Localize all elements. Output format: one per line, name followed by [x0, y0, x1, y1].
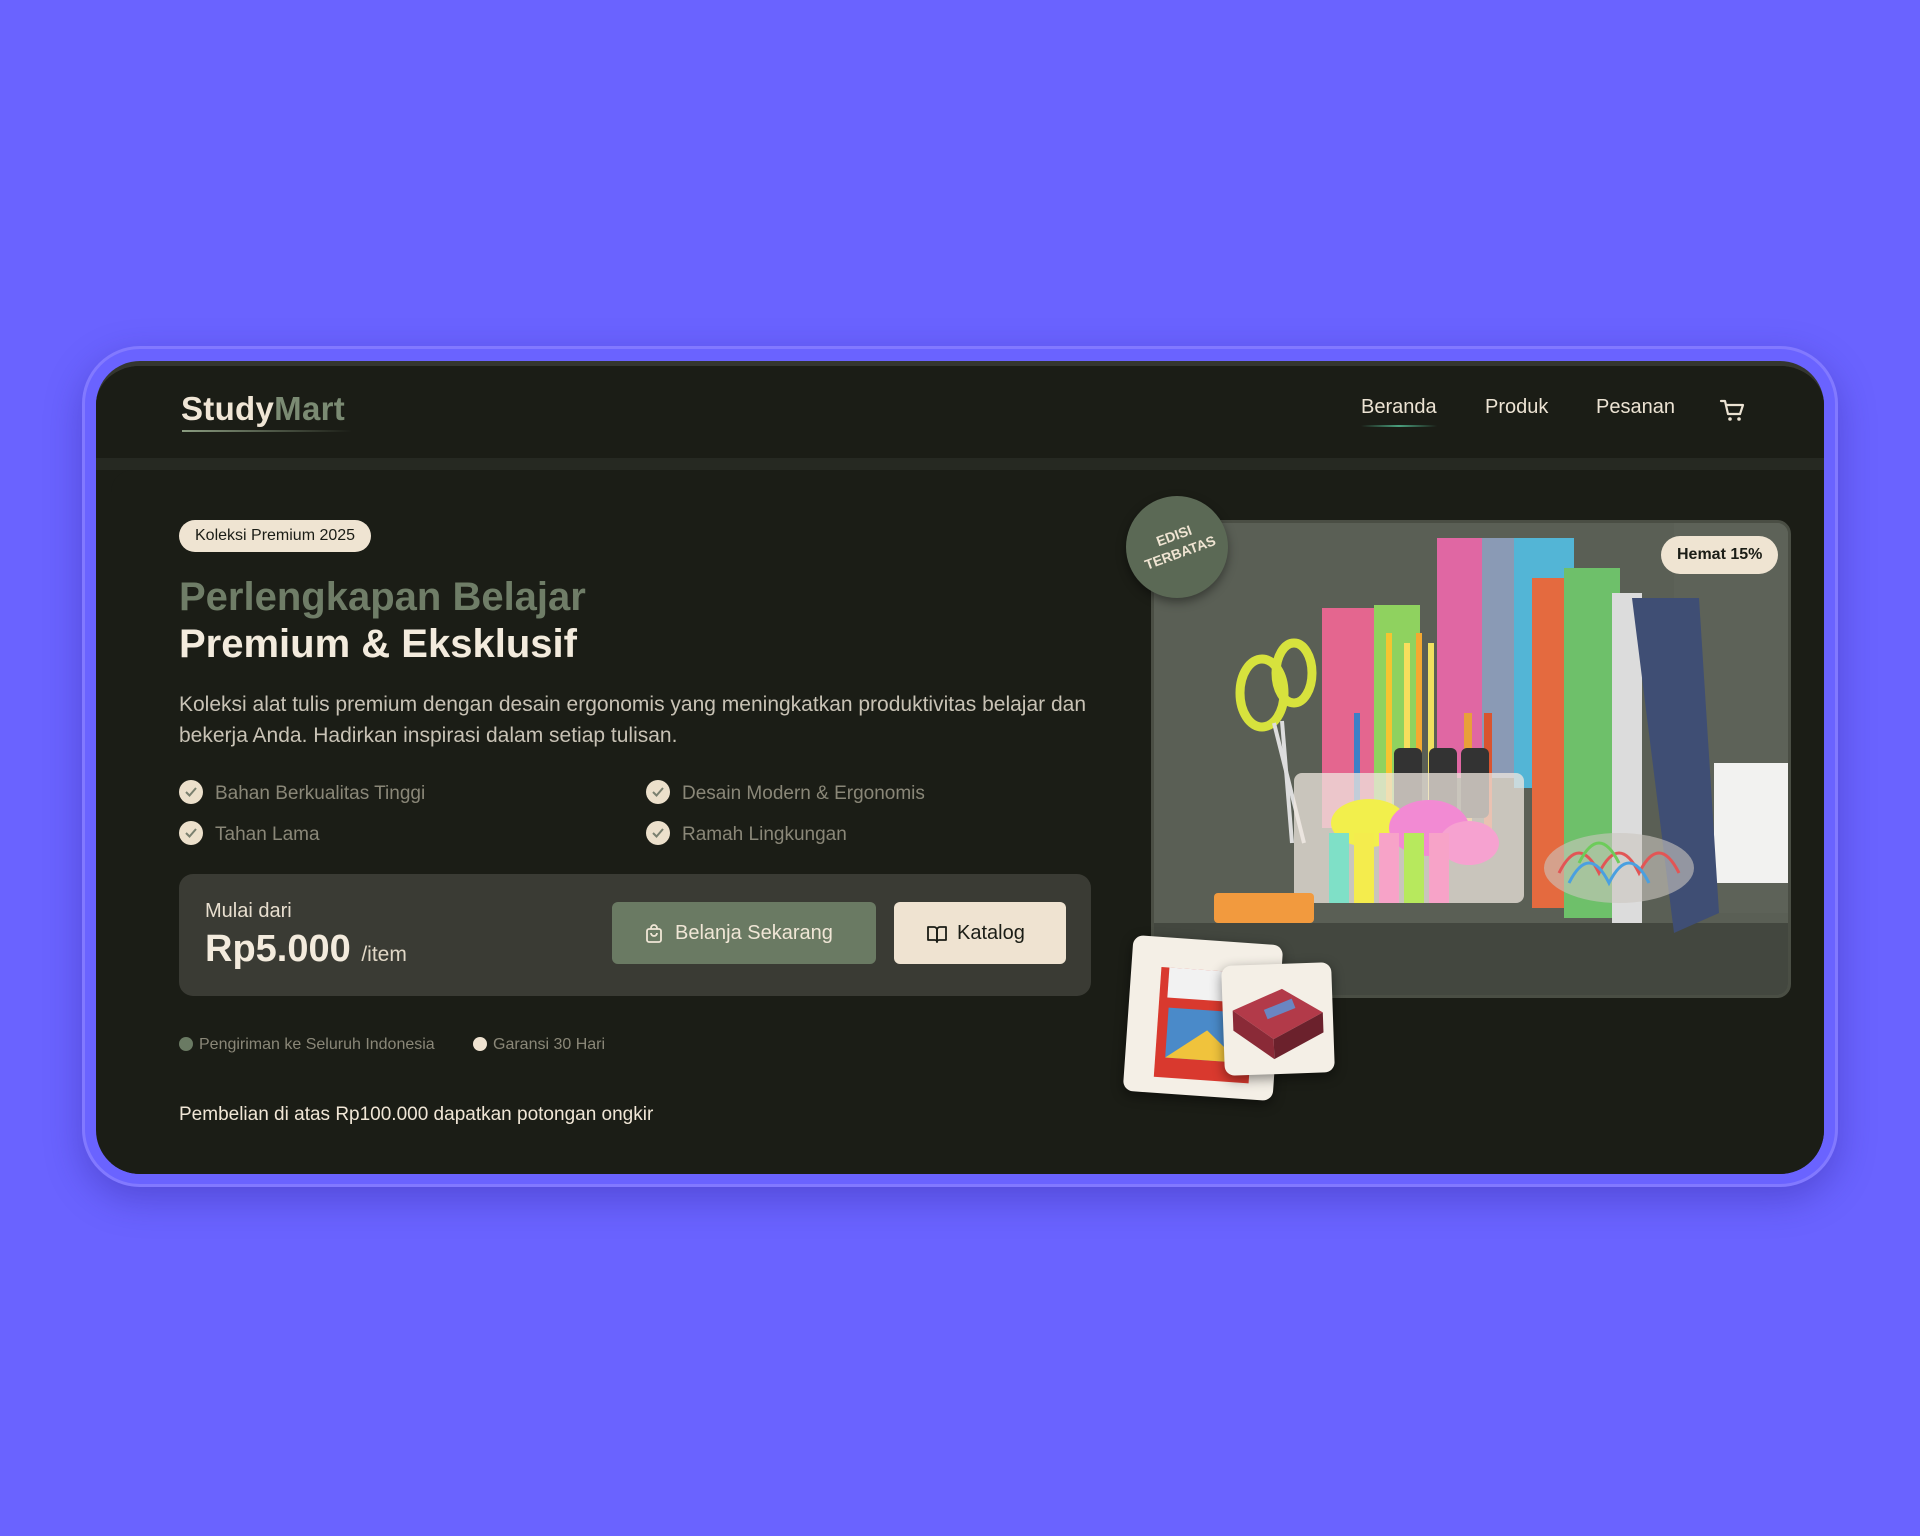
cream-dot-icon: [473, 1036, 487, 1051]
discount-badge: Hemat 15%: [1661, 536, 1779, 574]
hero-title-line1: Perlengkapan Belajar: [179, 575, 586, 619]
brand-part2: Mart: [274, 390, 346, 427]
shop-now-label: Belanja Sekarang: [675, 922, 833, 944]
nav-produk[interactable]: Produk: [1485, 396, 1548, 419]
collection-badge: Koleksi Premium 2025: [179, 520, 372, 552]
warranty-text: Garansi 30 Hari: [493, 1036, 606, 1053]
hero-section: Koleksi Premium 2025 Perlengkapan Belaja…: [111, 470, 1824, 1174]
check-icon: [179, 780, 203, 804]
hero-title-line2: Premium & Eksklusif: [179, 622, 577, 666]
green-dot-icon: [179, 1036, 193, 1051]
feature-label: Desain Modern & Ergonomis: [682, 783, 925, 805]
brand-logo[interactable]: StudyMart: [181, 390, 345, 428]
brand-part1: Study: [181, 390, 275, 427]
price-box: Mulai dari Rp5.000 /item Belanja Sekaran…: [179, 874, 1091, 996]
promo-text: Pembelian di atas Rp100.000 dapatkan pot…: [179, 1104, 654, 1125]
feature-item: Ramah Lingkungan: [646, 821, 847, 847]
cart-icon[interactable]: [1718, 396, 1746, 424]
check-icon: [179, 821, 203, 845]
price-amount: Rp5.000: [205, 928, 351, 970]
feature-label: Bahan Berkualitas Tinggi: [215, 783, 426, 805]
shopping-bag-icon: [646, 924, 662, 943]
price-label: Mulai dari: [205, 900, 292, 922]
check-icon: [646, 780, 670, 804]
shipping-info: Pengiriman ke Seluruh Indonesia: [179, 1036, 435, 1054]
limited-edition-badge: EDISI TERBATAS: [1126, 496, 1228, 598]
navbar: StudyMart Beranda Produk Pesanan: [96, 366, 1824, 470]
product-image: [1151, 520, 1791, 998]
feature-label: Tahan Lama: [215, 824, 320, 846]
hero-description: Koleksi alat tulis premium dengan desain…: [179, 693, 1087, 747]
price-value: Rp5.000 /item: [205, 928, 407, 971]
feature-item: Desain Modern & Ergonomis: [646, 780, 925, 806]
feature-label: Ramah Lingkungan: [682, 824, 847, 846]
warranty-info: Garansi 30 Hari: [473, 1036, 605, 1054]
nav-beranda[interactable]: Beranda: [1361, 396, 1437, 427]
feature-item: Bahan Berkualitas Tinggi: [179, 780, 426, 806]
logo-underline: [182, 430, 352, 432]
catalog-label: Katalog: [957, 922, 1025, 944]
catalog-button[interactable]: Katalog: [894, 902, 1066, 964]
check-icon: [646, 821, 670, 845]
shipping-text: Pengiriman ke Seluruh Indonesia: [199, 1036, 435, 1053]
price-unit: /item: [361, 943, 407, 966]
feature-item: Tahan Lama: [179, 821, 320, 847]
book-icon: [927, 926, 947, 943]
product-thumbnail[interactable]: [1221, 962, 1335, 1076]
shop-now-button[interactable]: Belanja Sekarang: [612, 902, 876, 964]
browser-window: StudyMart Beranda Produk Pesanan Koleksi…: [96, 361, 1824, 1174]
nav-pesanan[interactable]: Pesanan: [1596, 396, 1675, 419]
